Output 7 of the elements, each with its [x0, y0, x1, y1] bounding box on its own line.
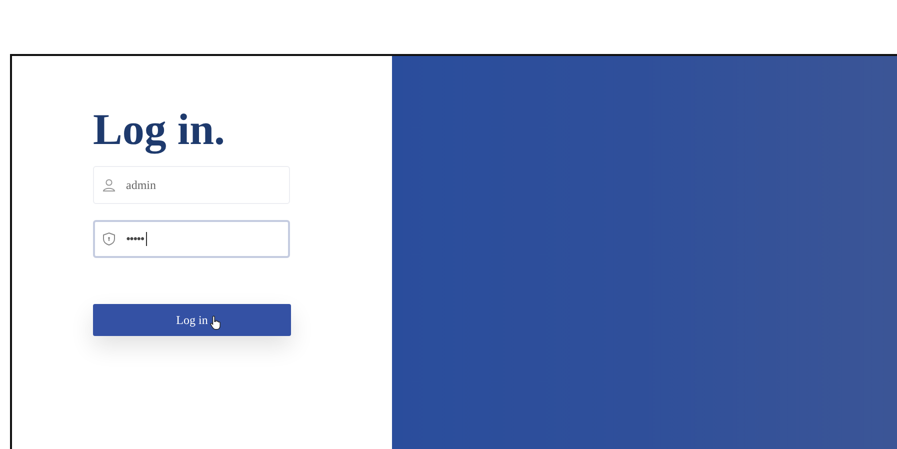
- password-field[interactable]: •••••: [93, 220, 290, 258]
- username-field[interactable]: admin: [93, 166, 290, 204]
- user-icon: [102, 178, 116, 192]
- login-title: Log in.: [93, 106, 226, 154]
- shield-icon: [102, 232, 116, 246]
- hand-cursor-icon: [210, 315, 221, 330]
- login-button[interactable]: Log in: [93, 304, 291, 336]
